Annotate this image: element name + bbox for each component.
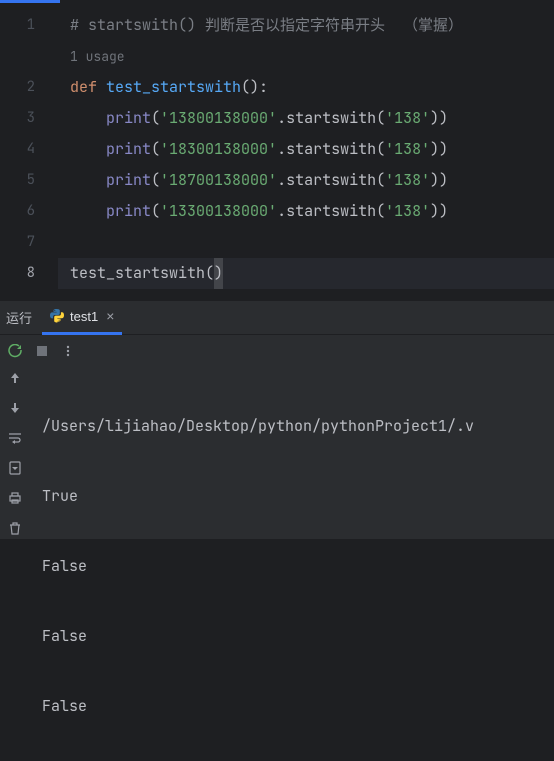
code-editor[interactable]: 1 2 3 4 5 6 7 8 # startswith() 判断是否以指定字符… [0,0,554,300]
builtin-token: print [106,201,151,221]
run-tab-label: test1 [70,309,98,324]
more-icon[interactable] [62,345,74,357]
code-area[interactable]: # startswith() 判断是否以指定字符串开头 （掌握） 1 usage… [58,0,554,300]
code-line [58,227,554,258]
keyword-token: def [70,77,97,97]
code-line: print('13300138000'.startswith('138')) [58,196,554,227]
scroll-to-end-icon[interactable] [8,461,22,475]
code-line: print('13800138000'.startswith('138')) [58,103,554,134]
close-icon[interactable]: × [106,308,114,324]
comment-token: # startswith() 判断是否以指定字符串开头 （掌握） [70,15,463,35]
punct-token: (): [241,77,268,97]
method-token: startswith [286,108,376,128]
progress-indicator [0,0,60,3]
builtin-token: print [106,108,151,128]
console-side-toolbar [0,367,30,540]
line-number: 2 [0,72,57,103]
console-line: True [42,481,554,511]
tool-window-title: 运行 [0,308,42,327]
string-token: '18700138000' [160,170,277,190]
builtin-token: print [106,139,151,159]
string-token: '138' [385,201,430,221]
trash-icon[interactable] [8,521,22,535]
line-number: 3 [0,103,57,134]
method-token: startswith [286,139,376,159]
code-line: print('18300138000'.startswith('138')) [58,134,554,165]
string-token: '138' [385,170,430,190]
builtin-token: print [106,170,151,190]
step-up-icon[interactable] [8,371,22,385]
line-number: 6 [0,196,57,227]
step-down-icon[interactable] [8,401,22,415]
method-token: startswith [286,170,376,190]
line-number: 4 [0,134,57,165]
string-token: '138' [385,108,430,128]
code-line: def test_startswith(): [58,72,554,103]
python-file-icon [50,309,64,323]
method-token: startswith [286,201,376,221]
code-line: print('18700138000'.startswith('138')) [58,165,554,196]
string-token: '138' [385,139,430,159]
print-icon[interactable] [8,491,22,505]
string-token: '13800138000' [160,108,277,128]
line-number-blank [0,41,57,72]
stop-icon[interactable] [36,345,48,357]
tool-window-tabs: 运行 test1 × [0,301,554,335]
line-number: 1 [0,10,57,41]
run-tab[interactable]: test1 × [42,301,122,335]
string-token: '18300138000' [160,139,277,159]
console-output[interactable]: /Users/lijiahao/Desktop/python/pythonPro… [30,367,554,540]
funcdef-token: test_startswith [106,77,241,97]
rerun-icon[interactable] [8,344,22,358]
run-toolbar [0,335,554,367]
code-line: # startswith() 判断是否以指定字符串开头 （掌握） [58,10,554,41]
string-token: '13300138000' [160,201,277,221]
line-number-current: 8 [0,258,57,289]
console-line: False [42,621,554,651]
code-line-current: test_startswith() [58,258,554,289]
console-line: False [42,551,554,581]
line-number-gutter: 1 2 3 4 5 6 7 8 [0,0,58,300]
console-line: /Users/lijiahao/Desktop/python/pythonPro… [42,411,554,441]
call-token: test_startswith [70,263,205,283]
run-tool-window: 运行 test1 × /Users/lijiahao/Desktop/pytho… [0,300,554,539]
caret-position: ) [214,258,223,289]
line-number: 7 [0,227,57,258]
console-line: False [42,691,554,721]
soft-wrap-icon[interactable] [8,431,22,445]
line-number: 5 [0,165,57,196]
usage-hint[interactable]: 1 usage [58,41,554,72]
